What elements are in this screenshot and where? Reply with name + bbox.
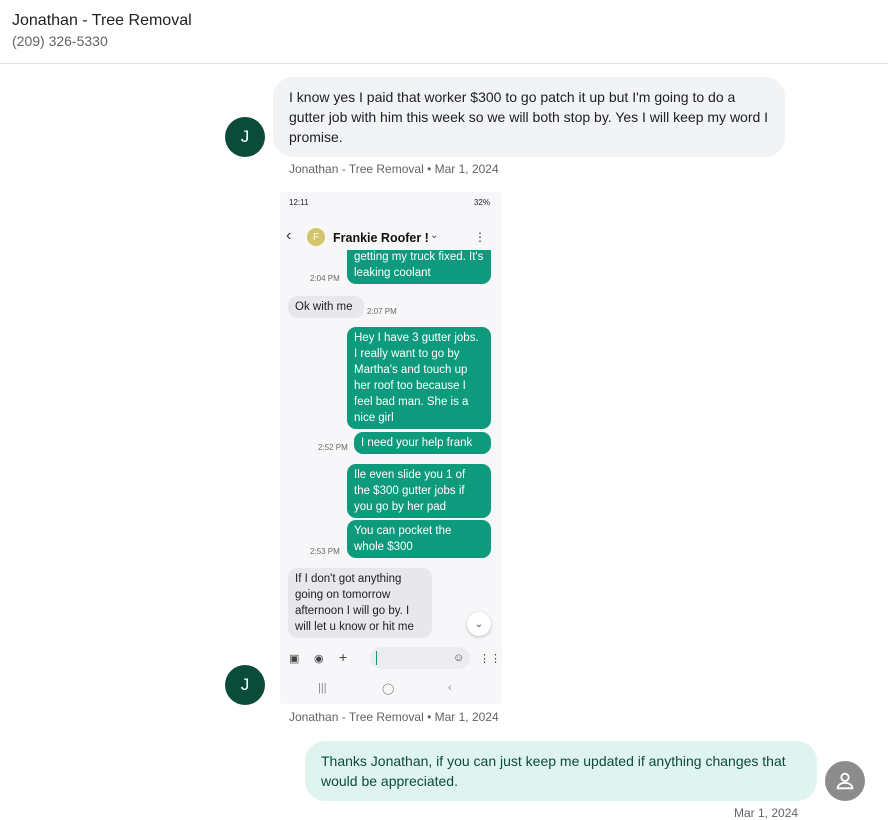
sms-timestamp: 2:53 PM [310,547,340,556]
sms-bubble-incoming: Ok with me [288,296,364,318]
chevron-down-icon: ⌄ [430,230,439,241]
camera-icon: ◉ [314,653,324,665]
sms-contact-name: Frankie Roofer ! [333,231,429,245]
sms-bubble-outgoing: Hey I have 3 gutter jobs. I really want … [347,327,491,429]
contact-avatar[interactable]: J [225,117,265,157]
home-icon: ◯ [382,683,395,695]
avatar-letter: J [240,675,250,694]
status-battery: 32% [473,198,490,207]
message-meta: Jonathan - Tree Removal • Mar 1, 2024 [289,710,499,724]
gallery-icon: ▣ [289,653,300,665]
attached-screenshot-image[interactable]: 12:11 32% ‹ F Frankie Roofer ! ⌄ ⋮ getti… [280,192,502,704]
plus-icon: + [339,649,348,665]
sms-bubble-outgoing: You can pocket the whole $300 [347,520,491,558]
message-meta: Jonathan - Tree Removal • Mar 1, 2024 [289,162,499,176]
sms-bubble-outgoing: I need your help frank [354,432,491,454]
sms-timestamp: 2:04 PM [310,274,340,283]
sms-text: getting my truck fixed. It's leaking coo… [354,251,484,279]
back-arrow-icon: ‹ [286,227,292,244]
sms-bubble-outgoing: Ile even slide you 1 of the $300 gutter … [347,464,491,518]
conversation-header: Jonathan - Tree Removal (209) 326-5330 [0,0,888,64]
more-options-icon: ⋮ [474,230,486,244]
sms-bubble-outgoing: getting my truck fixed. It's leaking coo… [347,250,491,284]
message-meta: Mar 1, 2024 [734,806,799,820]
user-avatar[interactable] [825,761,865,801]
sms-timestamp: 2:07 PM [367,307,397,316]
contact-name: Jonathan - Tree Removal [12,12,192,29]
emoji-icon: ☺ [453,652,465,664]
back-icon: ‹ [448,682,452,694]
status-time: 12:11 [289,198,309,207]
incoming-message-bubble[interactable]: I know yes I paid that worker $300 to go… [273,77,785,157]
contact-avatar[interactable]: J [225,665,265,705]
outgoing-message-bubble[interactable]: Thanks Jonathan, if you can just keep me… [305,741,817,801]
sms-bubble-incoming: If I don't got anything going on tomorro… [288,568,432,638]
sms-timestamp: 2:52 PM [318,443,348,452]
contact-phone: (209) 326-5330 [12,33,108,49]
avatar-letter: J [240,127,250,146]
scroll-down-icon: ⌄ [467,612,491,636]
contact-avatar-small: F [307,228,325,246]
person-icon [836,772,854,790]
recent-apps-icon: ||| [318,682,327,694]
voice-icon: ⋮⋮ [479,653,501,665]
text-cursor [376,651,377,665]
